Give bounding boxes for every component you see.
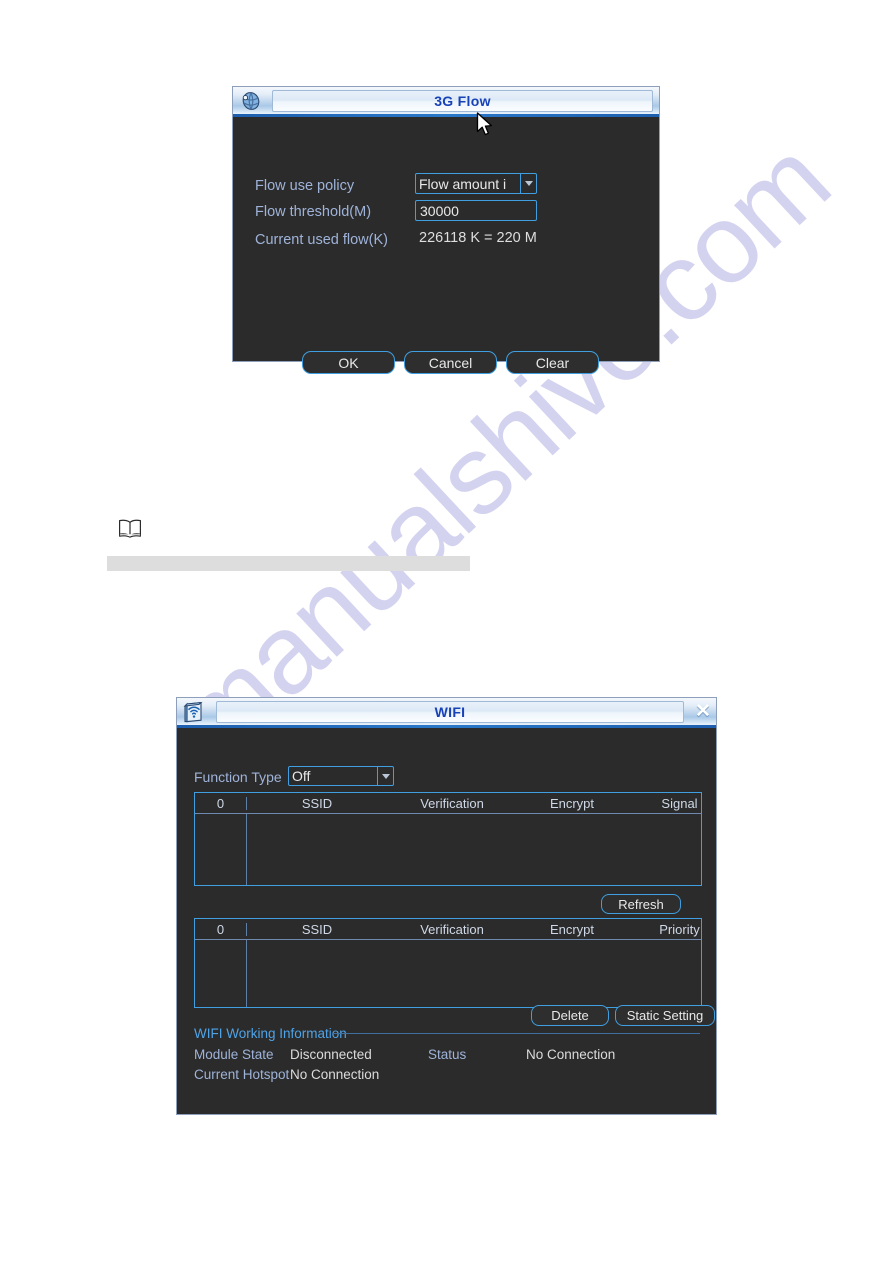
wifi-title: WIFI — [434, 703, 466, 720]
chevron-down-icon[interactable] — [377, 767, 393, 785]
column-header-ssid: SSID — [301, 921, 333, 937]
3g-flow-title: 3G Flow — [434, 92, 491, 109]
wifi-saved-table[interactable]: 0 SSID Verification Encrypt Priority — [194, 918, 702, 1008]
wifi-scan-table[interactable]: 0 SSID Verification Encrypt Signal — [194, 792, 702, 886]
clear-button[interactable]: Clear — [506, 351, 599, 374]
flow-threshold-input[interactable]: 30000 — [415, 200, 537, 221]
close-icon[interactable]: ✕ — [690, 699, 716, 725]
column-header-ssid: SSID — [301, 795, 333, 811]
flow-use-policy-value: Flow amount i — [419, 175, 507, 192]
ok-button[interactable]: OK — [302, 351, 395, 374]
status-value: No Connection — [526, 1047, 616, 1062]
column-header-encrypt: Encrypt — [549, 921, 595, 937]
wifi-dialog: WIFI ✕ Function Type Off 0 SSID Verifica… — [176, 697, 717, 1115]
delete-button[interactable]: Delete — [531, 1005, 609, 1026]
module-state-value: Disconnected — [290, 1047, 372, 1062]
function-type-label: Function Type — [194, 769, 282, 785]
wifi-scan-table-header: 0 SSID Verification Encrypt Signal — [195, 793, 701, 814]
chevron-down-icon[interactable] — [520, 174, 536, 193]
cancel-button[interactable]: Cancel — [404, 351, 497, 374]
wifi-titlebar: WIFI ✕ — [177, 698, 716, 728]
wifi-body: Function Type Off 0 SSID Verification En… — [177, 728, 716, 1113]
3g-flow-body: Flow use policy Flow amount i Flow thres… — [233, 117, 659, 374]
wifi-scan-count: 0 — [195, 796, 247, 810]
wifi-module-icon — [180, 698, 210, 726]
current-hotspot-value: No Connection — [290, 1067, 380, 1082]
globe-3g-icon — [236, 87, 266, 115]
wifi-saved-count: 0 — [195, 922, 247, 936]
wifi-module-state-row: Module State Disconnected Status No Conn… — [194, 1048, 615, 1062]
wifi-saved-table-body — [195, 940, 701, 1007]
column-header-priority: Priority — [659, 921, 700, 937]
current-used-flow-value: 226118 K = 220 M — [419, 230, 537, 246]
status-label: Status — [428, 1047, 467, 1062]
flow-use-policy-select[interactable]: Flow amount i — [415, 173, 537, 194]
wifi-scan-table-body — [195, 814, 701, 885]
wifi-working-information-title: WIFI Working Information — [194, 1026, 347, 1041]
function-type-select[interactable]: Off — [288, 766, 394, 786]
current-used-flow-row: Current used flow(K) — [255, 229, 388, 251]
flow-threshold-row: Flow threshold(M) — [255, 201, 371, 223]
current-hotspot-label: Current Hotspot — [194, 1067, 290, 1082]
module-state-label: Module State — [194, 1047, 274, 1062]
3g-flow-titlebar: 3G Flow — [233, 87, 659, 117]
flow-use-policy-row: Flow use policy — [255, 175, 354, 197]
column-header-verification: Verification — [420, 921, 484, 937]
3g-flow-dialog: 3G Flow Flow use policy Flow amount i Fl… — [232, 86, 660, 374]
wifi-title-plate: WIFI — [216, 700, 684, 723]
section-divider — [332, 1033, 700, 1034]
book-note-icon — [118, 518, 142, 543]
wifi-current-hotspot-row: Current Hotspot No Connection — [194, 1068, 379, 1082]
column-header-signal: Signal — [661, 795, 698, 811]
column-header-verification: Verification — [420, 795, 484, 811]
function-type-value: Off — [292, 768, 311, 784]
flow-threshold-label: Flow threshold(M) — [255, 203, 372, 220]
static-setting-button[interactable]: Static Setting — [615, 1005, 715, 1026]
note-redaction-bar — [107, 556, 470, 571]
current-used-flow-label: Current used flow(K) — [255, 231, 388, 248]
column-header-encrypt: Encrypt — [549, 795, 595, 811]
refresh-button[interactable]: Refresh — [601, 894, 681, 914]
wifi-saved-table-header: 0 SSID Verification Encrypt Priority — [195, 919, 701, 940]
flow-use-policy-label: Flow use policy — [255, 177, 355, 194]
3g-flow-title-plate: 3G Flow — [272, 89, 653, 112]
